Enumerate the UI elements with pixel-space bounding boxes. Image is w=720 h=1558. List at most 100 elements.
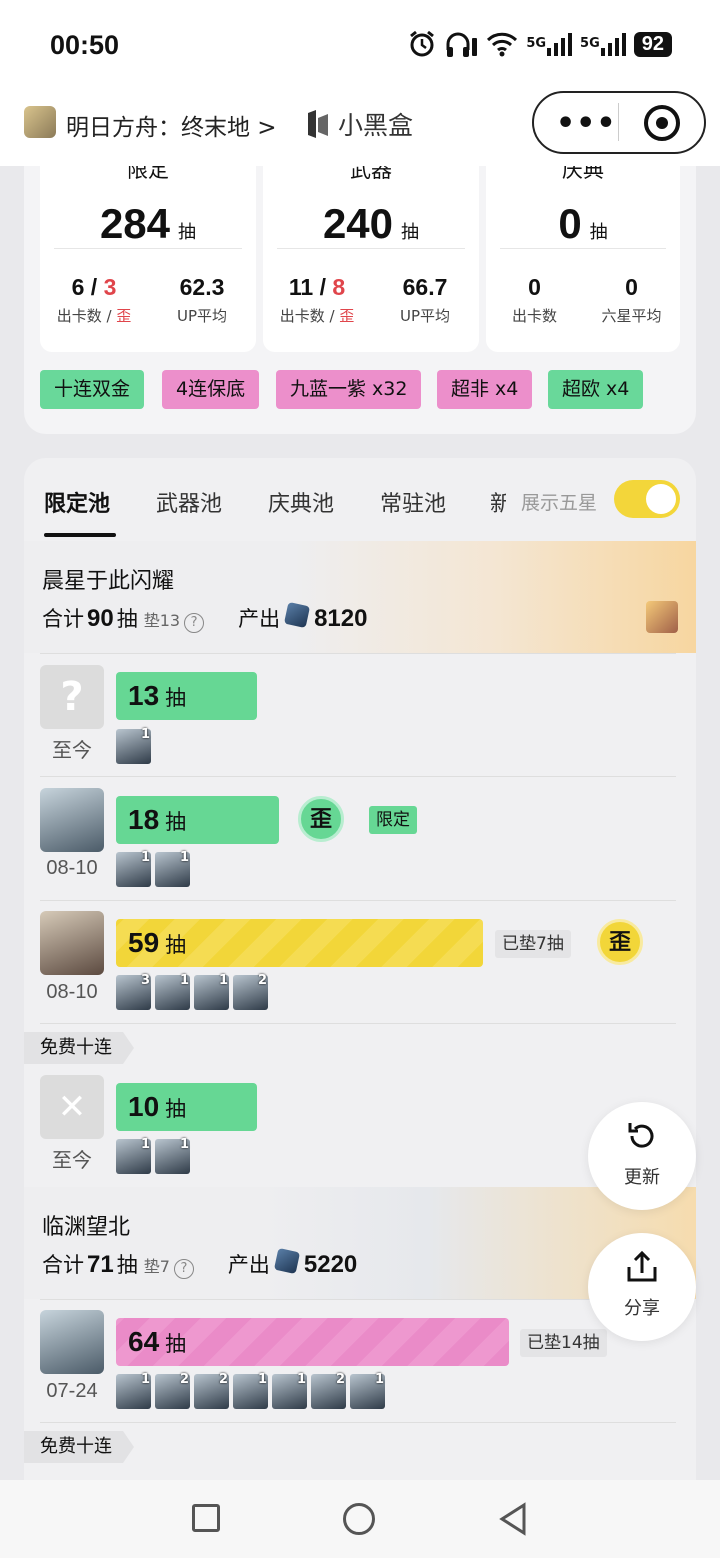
off-banner-badge: 歪 <box>597 919 643 965</box>
share-icon <box>588 1249 696 1292</box>
divider <box>40 653 676 654</box>
pool-name: 晨星于此闪耀 <box>42 569 175 594</box>
brand-logo[interactable]: 小黑盒 <box>304 106 413 142</box>
divider <box>277 248 465 249</box>
entry-date: 至今 <box>52 1150 92 1172</box>
tab-new[interactable]: 新 <box>490 486 506 518</box>
off-banner-badge: 歪 <box>298 796 344 842</box>
summary-cards-count: 0 出卡数 <box>511 274 557 325</box>
help-icon[interactable]: ? <box>173 1259 194 1279</box>
summary-up-average: 66.7 UP平均 <box>399 274 451 325</box>
pool-character-thumb <box>646 601 678 633</box>
character-chip: 1 <box>233 1372 268 1409</box>
divider <box>40 1023 676 1024</box>
pull-count-bar: 64 抽 <box>116 1318 509 1366</box>
tab-standard[interactable]: 常驻池 <box>380 486 446 518</box>
pull-count-bar: 10 抽 <box>116 1083 257 1131</box>
summary-cards-count: 11 / 8 出卡数 / 歪 <box>279 274 355 325</box>
character-chip: 1 <box>155 850 190 887</box>
pool-summary: 合计 90 抽 垫13 ? 产出 8120 <box>42 601 367 633</box>
pool-name: 临渊望北 <box>42 1215 131 1240</box>
refresh-button[interactable]: 更新 <box>588 1102 696 1210</box>
pool-summary: 合计 71 抽 垫7 ? 产出 5220 <box>42 1247 357 1279</box>
help-icon[interactable]: ? <box>184 613 205 633</box>
character-chip: 2 <box>311 1372 346 1409</box>
pull-count-bar: 13 抽 <box>116 672 257 720</box>
divider <box>40 1299 676 1300</box>
status-time: 00:50 <box>50 30 120 60</box>
show-five-star-label: 展示五星 <box>521 492 598 514</box>
character-chip: 2 <box>155 1372 190 1409</box>
pool-banner[interactable]: 晨星于此闪耀 合计 90 抽 垫13 ? 产出 8120 <box>24 541 696 653</box>
character-chip: 1 <box>116 1372 151 1409</box>
achievement-tag: 4连保底 <box>162 370 260 409</box>
character-chip: 1 <box>350 1372 385 1409</box>
recent-apps-button[interactable] <box>192 1504 220 1532</box>
entry-date: 07-24 <box>46 1380 98 1402</box>
unknown-avatar-icon: ? <box>40 665 104 729</box>
summary-total: 240 抽 <box>322 200 420 247</box>
character-chip: 1 <box>272 1372 307 1409</box>
brand-name: 小黑盒 <box>338 111 414 140</box>
character-avatar <box>40 788 104 852</box>
alarm-icon <box>408 30 436 58</box>
divider <box>54 248 242 249</box>
divider <box>40 776 676 777</box>
character-avatar <box>40 911 104 975</box>
xiaoheihe-logo-icon <box>308 110 328 138</box>
more-button[interactable]: ••• <box>556 106 617 141</box>
achievement-tag: 超欧 x4 <box>548 370 644 409</box>
summary-up-average: 62.3 UP平均 <box>176 274 228 325</box>
entry-date: 至今 <box>52 740 92 762</box>
close-miniprogram-button[interactable] <box>644 105 680 141</box>
game-icon[interactable] <box>24 106 56 138</box>
character-avatar <box>40 1310 104 1374</box>
entry-date: 08-10 <box>46 857 98 879</box>
character-chip: 1 <box>155 973 190 1010</box>
summary-cards-count: 6 / 3 出卡数 / 歪 <box>56 274 132 325</box>
pull-count-bar: 18 抽 <box>116 796 279 844</box>
tab-weapon[interactable]: 武器池 <box>156 486 222 518</box>
summary-six-star-average: 0 六星平均 <box>601 274 662 325</box>
character-chip: 3 <box>116 973 151 1010</box>
share-button[interactable]: 分享 <box>588 1233 696 1341</box>
back-button[interactable] <box>498 1502 528 1540</box>
character-chips: 3 1 1 2 <box>116 973 268 1010</box>
wifi-icon <box>486 31 518 57</box>
divider <box>40 900 676 901</box>
summary-total: 0抽 <box>558 200 608 247</box>
tab-limited[interactable]: 限定池 <box>44 486 110 518</box>
battery-indicator: 92 <box>633 31 672 57</box>
summary-total: 284 抽 <box>99 200 197 247</box>
character-chip: 1 <box>155 1137 190 1174</box>
character-chips: 1 2 2 1 1 2 1 <box>116 1372 385 1409</box>
summary-title: 庆典 <box>562 166 604 182</box>
summary-title: 限定 <box>127 166 169 182</box>
currency-icon <box>284 601 311 629</box>
entry-date: 08-10 <box>46 981 98 1003</box>
character-chip: 2 <box>194 1372 229 1409</box>
tab-celebration[interactable]: 庆典池 <box>268 486 334 518</box>
pull-count-bar: 59 抽 <box>116 919 483 967</box>
achievement-tag: 九蓝一紫 x32 <box>276 370 422 409</box>
home-button[interactable] <box>343 1503 375 1535</box>
summary-limited: 限定 284 抽 6 / 3 出卡数 / 歪 62.3 UP平均 <box>40 166 256 352</box>
divider <box>40 1422 676 1423</box>
achievement-tag: 十连双金 <box>40 370 145 409</box>
cellular-signal-icon: 5G <box>526 32 573 56</box>
show-five-star-toggle[interactable] <box>614 480 680 518</box>
pity-note: 已垫7抽 <box>495 930 571 958</box>
limited-badge: 限定 <box>369 806 417 834</box>
close-avatar-icon: ✕ <box>40 1075 104 1139</box>
character-chip: 1 <box>116 727 151 764</box>
game-title-link[interactable]: 明日方舟：终末地 > <box>66 108 277 142</box>
character-chip: 1 <box>116 850 151 887</box>
divider <box>500 248 666 249</box>
achievement-tag: 超非 x4 <box>437 370 533 409</box>
summary-celebration: 庆典 0抽 0 出卡数 0 六星平均 <box>486 166 680 352</box>
free-ten-pull-tag: 免费十连 <box>24 1431 134 1463</box>
status-icons: 5G 5G 92 <box>408 30 672 58</box>
currency-icon <box>273 1247 300 1275</box>
character-chip: 1 <box>116 1137 151 1174</box>
character-chip: 1 <box>194 973 229 1010</box>
